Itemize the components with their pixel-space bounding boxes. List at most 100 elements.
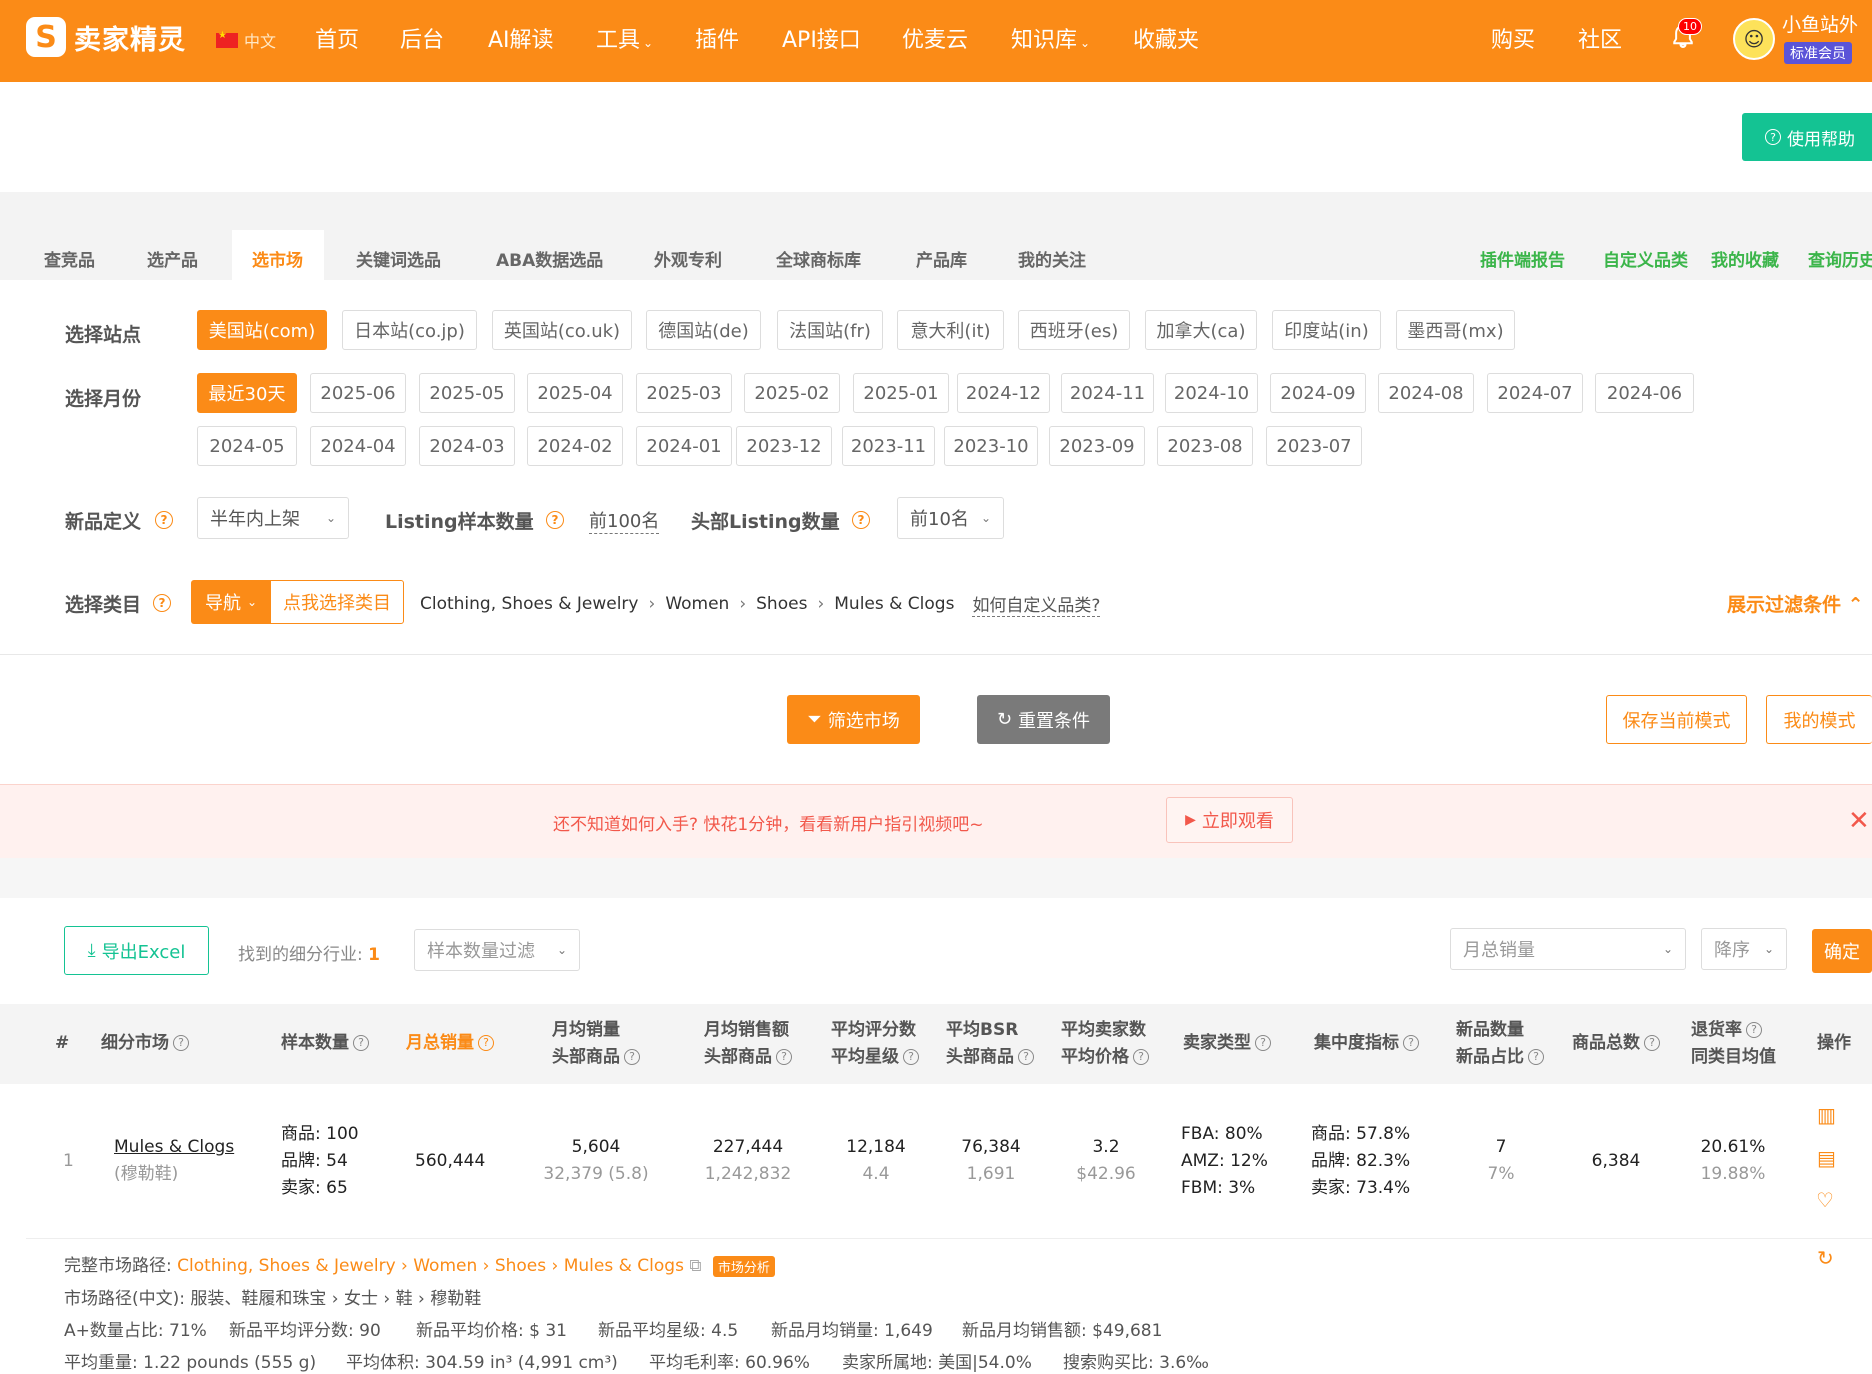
col-avg-bsr[interactable]: 平均BSR 头部商品? bbox=[946, 1017, 1034, 1071]
avatar[interactable]: ☺ bbox=[1733, 18, 1775, 60]
month-chip[interactable]: 2023-12 bbox=[736, 426, 832, 466]
nav-kb[interactable]: 知识库 ⌄ bbox=[1011, 22, 1090, 54]
tab-check-competitors[interactable]: 查竞品 bbox=[44, 246, 95, 271]
month-chip[interactable]: 2024-02 bbox=[527, 426, 623, 466]
help-icon[interactable]: ? bbox=[1018, 1049, 1034, 1065]
site-chip-uk[interactable]: 英国站(co.uk) bbox=[492, 310, 632, 350]
help-icon[interactable]: ? bbox=[173, 1035, 189, 1051]
nav-youmai[interactable]: 优麦云 bbox=[902, 22, 968, 54]
help-icon[interactable]: ? bbox=[1528, 1049, 1544, 1065]
site-chip-es[interactable]: 西班牙(es) bbox=[1018, 310, 1130, 350]
month-chip[interactable]: 2023-09 bbox=[1049, 426, 1145, 466]
watch-video-button[interactable]: ▶ 立即观看 bbox=[1166, 797, 1293, 843]
close-icon[interactable]: ✕ bbox=[1848, 806, 1870, 836]
site-chip-in[interactable]: 印度站(in) bbox=[1272, 310, 1381, 350]
month-chip[interactable]: 2025-03 bbox=[636, 373, 732, 413]
link-custom-category[interactable]: 自定义品类 bbox=[1603, 246, 1688, 271]
breadcrumb-item[interactable]: Mules & Clogs bbox=[834, 594, 954, 614]
help-icon[interactable]: ? bbox=[903, 1049, 919, 1065]
tab-product-library[interactable]: 产品库 bbox=[916, 246, 967, 271]
custom-category-help-link[interactable]: 如何自定义品类? bbox=[972, 591, 1101, 617]
market-analysis-badge[interactable]: 市场分析 bbox=[712, 1255, 775, 1277]
username[interactable]: 小鱼站外 bbox=[1782, 10, 1858, 37]
nav-tools[interactable]: 工具 ⌄ bbox=[596, 22, 653, 54]
reset-button[interactable]: ↻ 重置条件 bbox=[977, 695, 1110, 744]
toggle-filters-link[interactable]: 展示过滤条件 ⌃ bbox=[1727, 590, 1864, 617]
month-chip[interactable]: 2023-11 bbox=[842, 426, 935, 466]
site-chip-mx[interactable]: 墨西哥(mx) bbox=[1396, 310, 1515, 350]
nav-backend[interactable]: 后台 bbox=[400, 22, 444, 54]
month-chip[interactable]: 2024-11 bbox=[1061, 373, 1154, 413]
month-chip[interactable]: 2024-08 bbox=[1378, 373, 1474, 413]
nav-home[interactable]: 首页 bbox=[315, 22, 359, 54]
help-icon[interactable]: ? bbox=[153, 594, 171, 612]
col-market[interactable]: 细分市场? bbox=[101, 1030, 189, 1057]
link-my-collection[interactable]: 我的收藏 bbox=[1711, 246, 1779, 271]
nav-buy[interactable]: 购买 bbox=[1491, 22, 1535, 54]
month-chip[interactable]: 2023-08 bbox=[1157, 426, 1253, 466]
help-icon[interactable]: ? bbox=[1644, 1035, 1660, 1051]
tab-design-patents[interactable]: 外观专利 bbox=[654, 246, 722, 271]
help-icon[interactable]: ? bbox=[1746, 1022, 1762, 1038]
help-icon[interactable]: ? bbox=[1403, 1035, 1419, 1051]
help-icon[interactable]: ? bbox=[624, 1049, 640, 1065]
new-product-definition-select[interactable]: 半年内上架 ⌄ bbox=[197, 497, 349, 539]
market-name-link[interactable]: Mules & Clogs bbox=[114, 1134, 234, 1161]
month-chip[interactable]: 2024-07 bbox=[1487, 373, 1583, 413]
month-chip[interactable]: 2025-05 bbox=[419, 373, 515, 413]
help-icon[interactable]: ? bbox=[1255, 1035, 1271, 1051]
category-nav-button[interactable]: 导航 ⌄ bbox=[191, 580, 271, 624]
pick-category-button[interactable]: 点我选择类目 bbox=[270, 580, 404, 624]
help-button[interactable]: ? 使用帮助 bbox=[1742, 113, 1872, 161]
tab-select-market[interactable]: 选市场 bbox=[252, 246, 303, 271]
nav-community[interactable]: 社区 bbox=[1578, 22, 1622, 54]
month-chip[interactable]: 2024-12 bbox=[957, 373, 1050, 413]
col-concentration[interactable]: 集中度指标? bbox=[1314, 1030, 1419, 1057]
month-chip[interactable]: 2024-06 bbox=[1595, 373, 1694, 413]
site-chip-de[interactable]: 德国站(de) bbox=[646, 310, 761, 350]
sort-order-select[interactable]: 降序 ⌄ bbox=[1701, 928, 1787, 970]
help-icon[interactable]: ? bbox=[1133, 1049, 1149, 1065]
top-listing-select[interactable]: 前10名 ⌄ bbox=[897, 497, 1004, 539]
nav-favorites[interactable]: 收藏夹 bbox=[1133, 22, 1199, 54]
confirm-button[interactable]: 确定 bbox=[1812, 929, 1872, 973]
month-chip[interactable]: 2024-03 bbox=[419, 426, 515, 466]
breadcrumb-item[interactable]: Women bbox=[665, 594, 729, 614]
month-chip[interactable]: 2024-10 bbox=[1165, 373, 1258, 413]
tab-select-products[interactable]: 选产品 bbox=[147, 246, 198, 271]
col-avg-revenue[interactable]: 月均销售额 头部商品? bbox=[704, 1017, 792, 1071]
tab-my-follows[interactable]: 我的关注 bbox=[1018, 246, 1086, 271]
month-chip[interactable]: 2025-02 bbox=[744, 373, 840, 413]
col-new-products[interactable]: 新品数量 新品占比? bbox=[1456, 1017, 1544, 1071]
col-return-rate[interactable]: 退货率? 同类目均值 bbox=[1691, 1017, 1776, 1071]
col-avg-sales[interactable]: 月均销量 头部商品? bbox=[552, 1017, 640, 1071]
link-plugin-report[interactable]: 插件端报告 bbox=[1480, 246, 1565, 271]
month-chip[interactable]: 2025-01 bbox=[853, 373, 949, 413]
help-icon[interactable]: ? bbox=[546, 511, 564, 529]
col-avg-reviews[interactable]: 平均评分数 平均星级? bbox=[831, 1017, 919, 1071]
breadcrumb-item[interactable]: Shoes bbox=[756, 594, 807, 614]
help-icon[interactable]: ? bbox=[852, 511, 870, 529]
site-chip-jp[interactable]: 日本站(co.jp) bbox=[342, 310, 477, 350]
month-chip[interactable]: 2025-06 bbox=[310, 373, 406, 413]
breadcrumb-item[interactable]: Clothing, Shoes & Jewelry bbox=[420, 594, 639, 614]
document-icon[interactable]: ▤ bbox=[1817, 1146, 1836, 1170]
help-icon[interactable]: ? bbox=[776, 1049, 792, 1065]
external-link-icon[interactable]: ⧉ bbox=[689, 1256, 701, 1276]
listing-sample-value[interactable]: 前100名 bbox=[589, 507, 660, 534]
month-chip[interactable]: 2024-01 bbox=[636, 426, 732, 466]
site-chip-it[interactable]: 意大利(it) bbox=[897, 310, 1004, 350]
heart-icon[interactable]: ♡ bbox=[1816, 1188, 1834, 1212]
export-excel-button[interactable]: ⤓ 导出Excel bbox=[64, 926, 209, 975]
col-sample[interactable]: 样本数量? bbox=[281, 1030, 369, 1057]
nav-api[interactable]: API接口 bbox=[782, 22, 861, 54]
sort-field-select[interactable]: 月总销量 ⌄ bbox=[1450, 928, 1686, 970]
language-switch[interactable]: 中文 bbox=[216, 28, 276, 52]
filter-market-button[interactable]: ⏷ 筛选市场 bbox=[787, 695, 920, 744]
help-icon[interactable]: ? bbox=[478, 1035, 494, 1051]
nav-plugins[interactable]: 插件 bbox=[695, 22, 739, 54]
refresh-icon[interactable]: ↻ bbox=[1817, 1246, 1834, 1270]
site-chip-us[interactable]: 美国站(com) bbox=[197, 310, 327, 350]
col-monthly-sales[interactable]: 月总销量? bbox=[406, 1030, 494, 1057]
month-chip[interactable]: 2023-07 bbox=[1266, 426, 1362, 466]
